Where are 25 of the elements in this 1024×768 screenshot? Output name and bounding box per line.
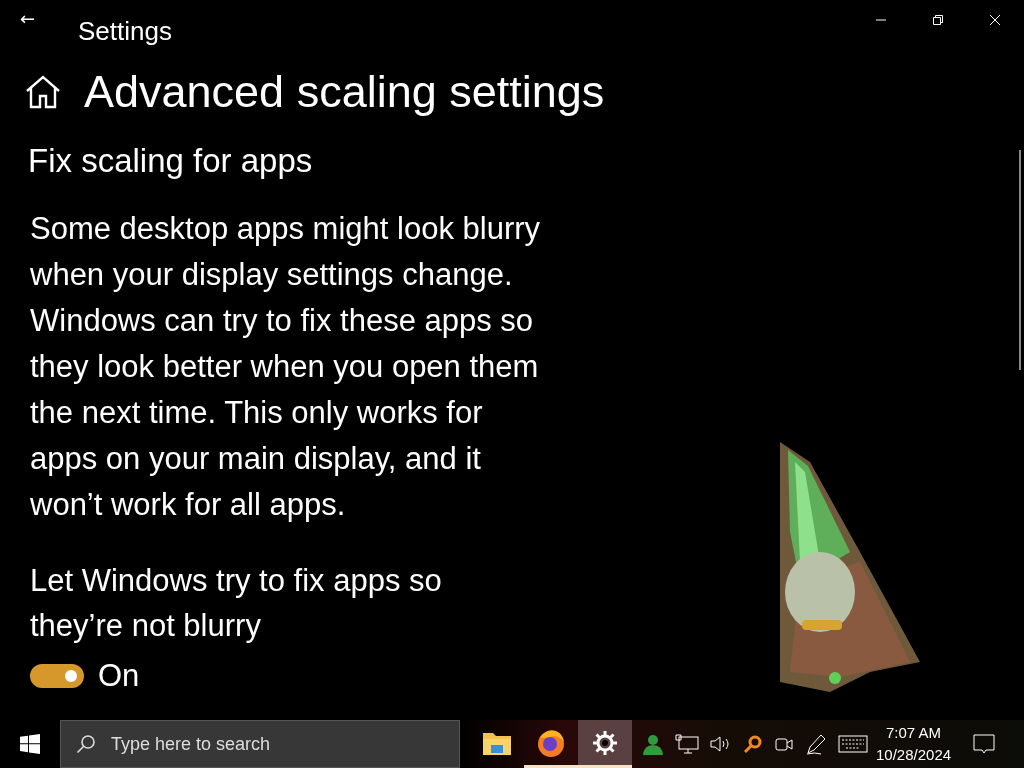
toggle-switch[interactable] xyxy=(30,664,84,688)
restore-icon[interactable] xyxy=(932,14,944,26)
section-heading: Fix scaling for apps xyxy=(28,142,314,180)
clock-date: 10/28/2024 xyxy=(876,745,952,765)
setting-label: Let Windows try to fix apps so they’re not blurry xyxy=(30,562,443,645)
back-button[interactable]: ← xyxy=(20,8,40,29)
gear-icon[interactable] xyxy=(578,720,632,768)
clock-time: 7:07 AM xyxy=(886,723,942,743)
search-field[interactable]: Type here to search xyxy=(60,720,460,768)
windows-logo-icon[interactable] xyxy=(20,734,40,754)
pen-icon[interactable] xyxy=(805,733,827,755)
page-title: Advanced scaling settings xyxy=(84,66,605,118)
clock[interactable]: 7:07 AM 10/28/2024 xyxy=(876,722,952,766)
home-icon[interactable] xyxy=(24,74,62,110)
close-icon[interactable] xyxy=(989,14,1001,26)
volume-icon[interactable] xyxy=(710,734,732,754)
toggle-label: On xyxy=(98,658,140,694)
window-title: Settings xyxy=(78,15,172,47)
keyboard-icon[interactable] xyxy=(838,735,868,753)
description-text: Some desktop apps might look blurry when your display settings change. Windows can try to fix these apps so they look better when you open them the next time. This only works for apps on your main display, and it won’t work for all apps. xyxy=(30,210,542,524)
notifications-icon[interactable] xyxy=(973,733,996,755)
person-icon[interactable] xyxy=(642,733,664,755)
magnifier-icon[interactable] xyxy=(743,734,763,754)
network-icon[interactable] xyxy=(675,734,699,754)
search-icon xyxy=(76,734,96,754)
